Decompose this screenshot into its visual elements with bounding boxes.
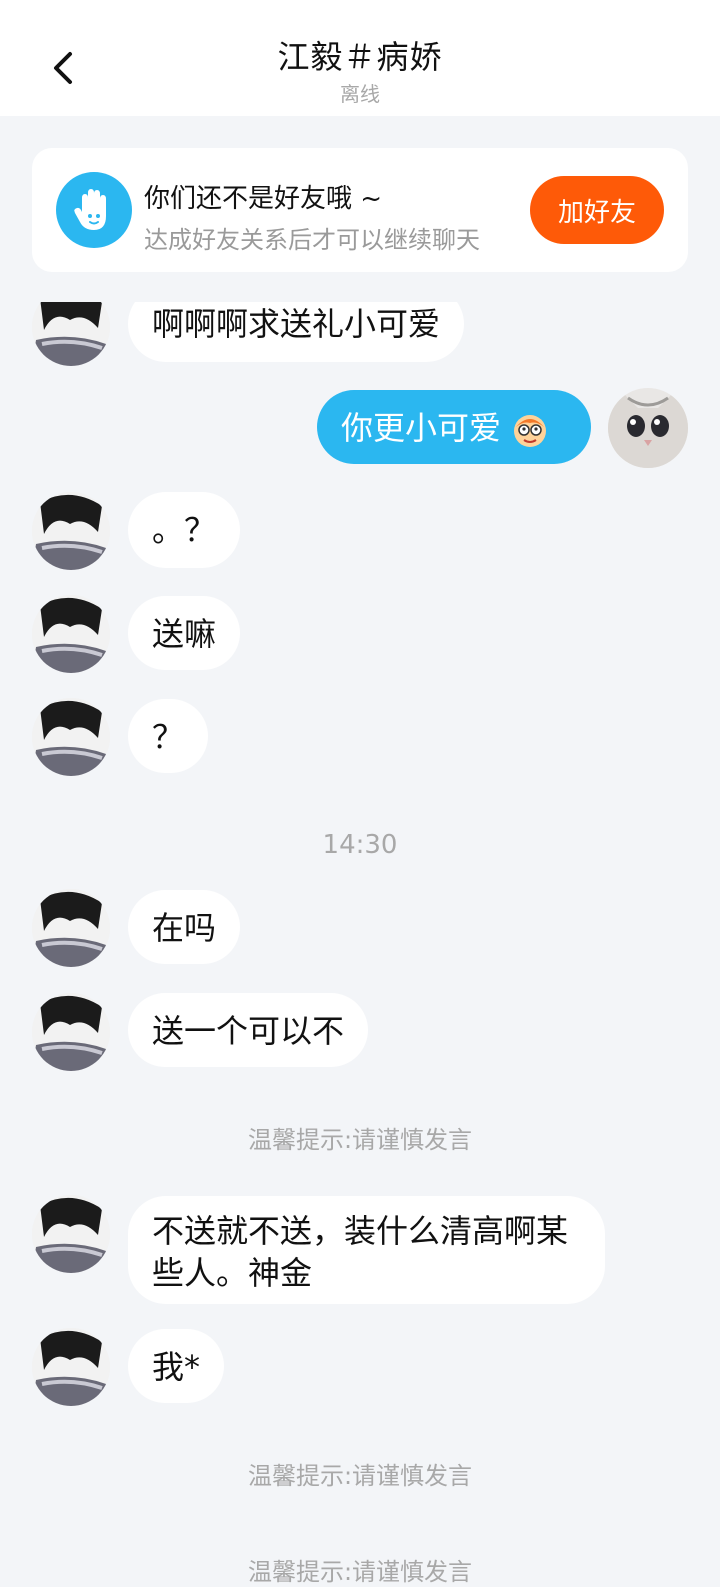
not-friend-banner: 你们还不是好友哦 ~ 达成好友关系后才可以继续聊天 加好友 xyxy=(32,148,688,272)
chat-header: 江毅＃病娇 离线 xyxy=(0,0,720,116)
message-bubble[interactable]: ？ xyxy=(128,699,208,773)
cartoon-face-emoji-icon xyxy=(514,415,547,447)
avatar[interactable] xyxy=(32,698,110,776)
chat-title: 江毅＃病娇 xyxy=(277,38,443,76)
hand-wave-icon xyxy=(56,172,132,248)
avatar[interactable] xyxy=(32,1328,110,1406)
caution-tip: 温馨提示:请谨慎发言 xyxy=(247,1558,473,1586)
caution-tip: 温馨提示:请谨慎发言 xyxy=(247,1462,473,1490)
message-bubble[interactable]: 在吗 xyxy=(128,890,241,964)
online-status: 离线 xyxy=(340,82,380,106)
banner-title: 你们还不是好友哦 ~ xyxy=(144,184,383,214)
avatar[interactable] xyxy=(32,595,110,673)
add-friend-button[interactable]: 加好友 xyxy=(530,176,664,244)
banner-subtitle: 达成好友关系后才可以继续聊天 xyxy=(144,226,480,254)
message-bubble[interactable]: 。？ xyxy=(128,492,241,568)
avatar[interactable] xyxy=(32,492,110,570)
avatar[interactable] xyxy=(32,1195,110,1273)
scroll-mask xyxy=(0,272,720,302)
avatar[interactable] xyxy=(32,993,110,1071)
message-bubble[interactable]: 送嘛 xyxy=(128,596,241,670)
timestamp: 14:30 xyxy=(322,830,398,860)
avatar[interactable] xyxy=(32,889,110,967)
caution-tip: 温馨提示:请谨慎发言 xyxy=(247,1126,473,1154)
message-bubble-mine[interactable]: 你更小可爱 xyxy=(317,390,591,464)
message-bubble[interactable]: 送一个可以不 xyxy=(128,993,369,1067)
message-text: 你更小可爱 xyxy=(341,409,502,447)
message-bubble[interactable]: 我* xyxy=(128,1329,225,1403)
message-bubble[interactable]: 不送就不送，装什么清高啊某些人。神金 xyxy=(128,1196,605,1304)
my-avatar[interactable] xyxy=(608,388,688,468)
